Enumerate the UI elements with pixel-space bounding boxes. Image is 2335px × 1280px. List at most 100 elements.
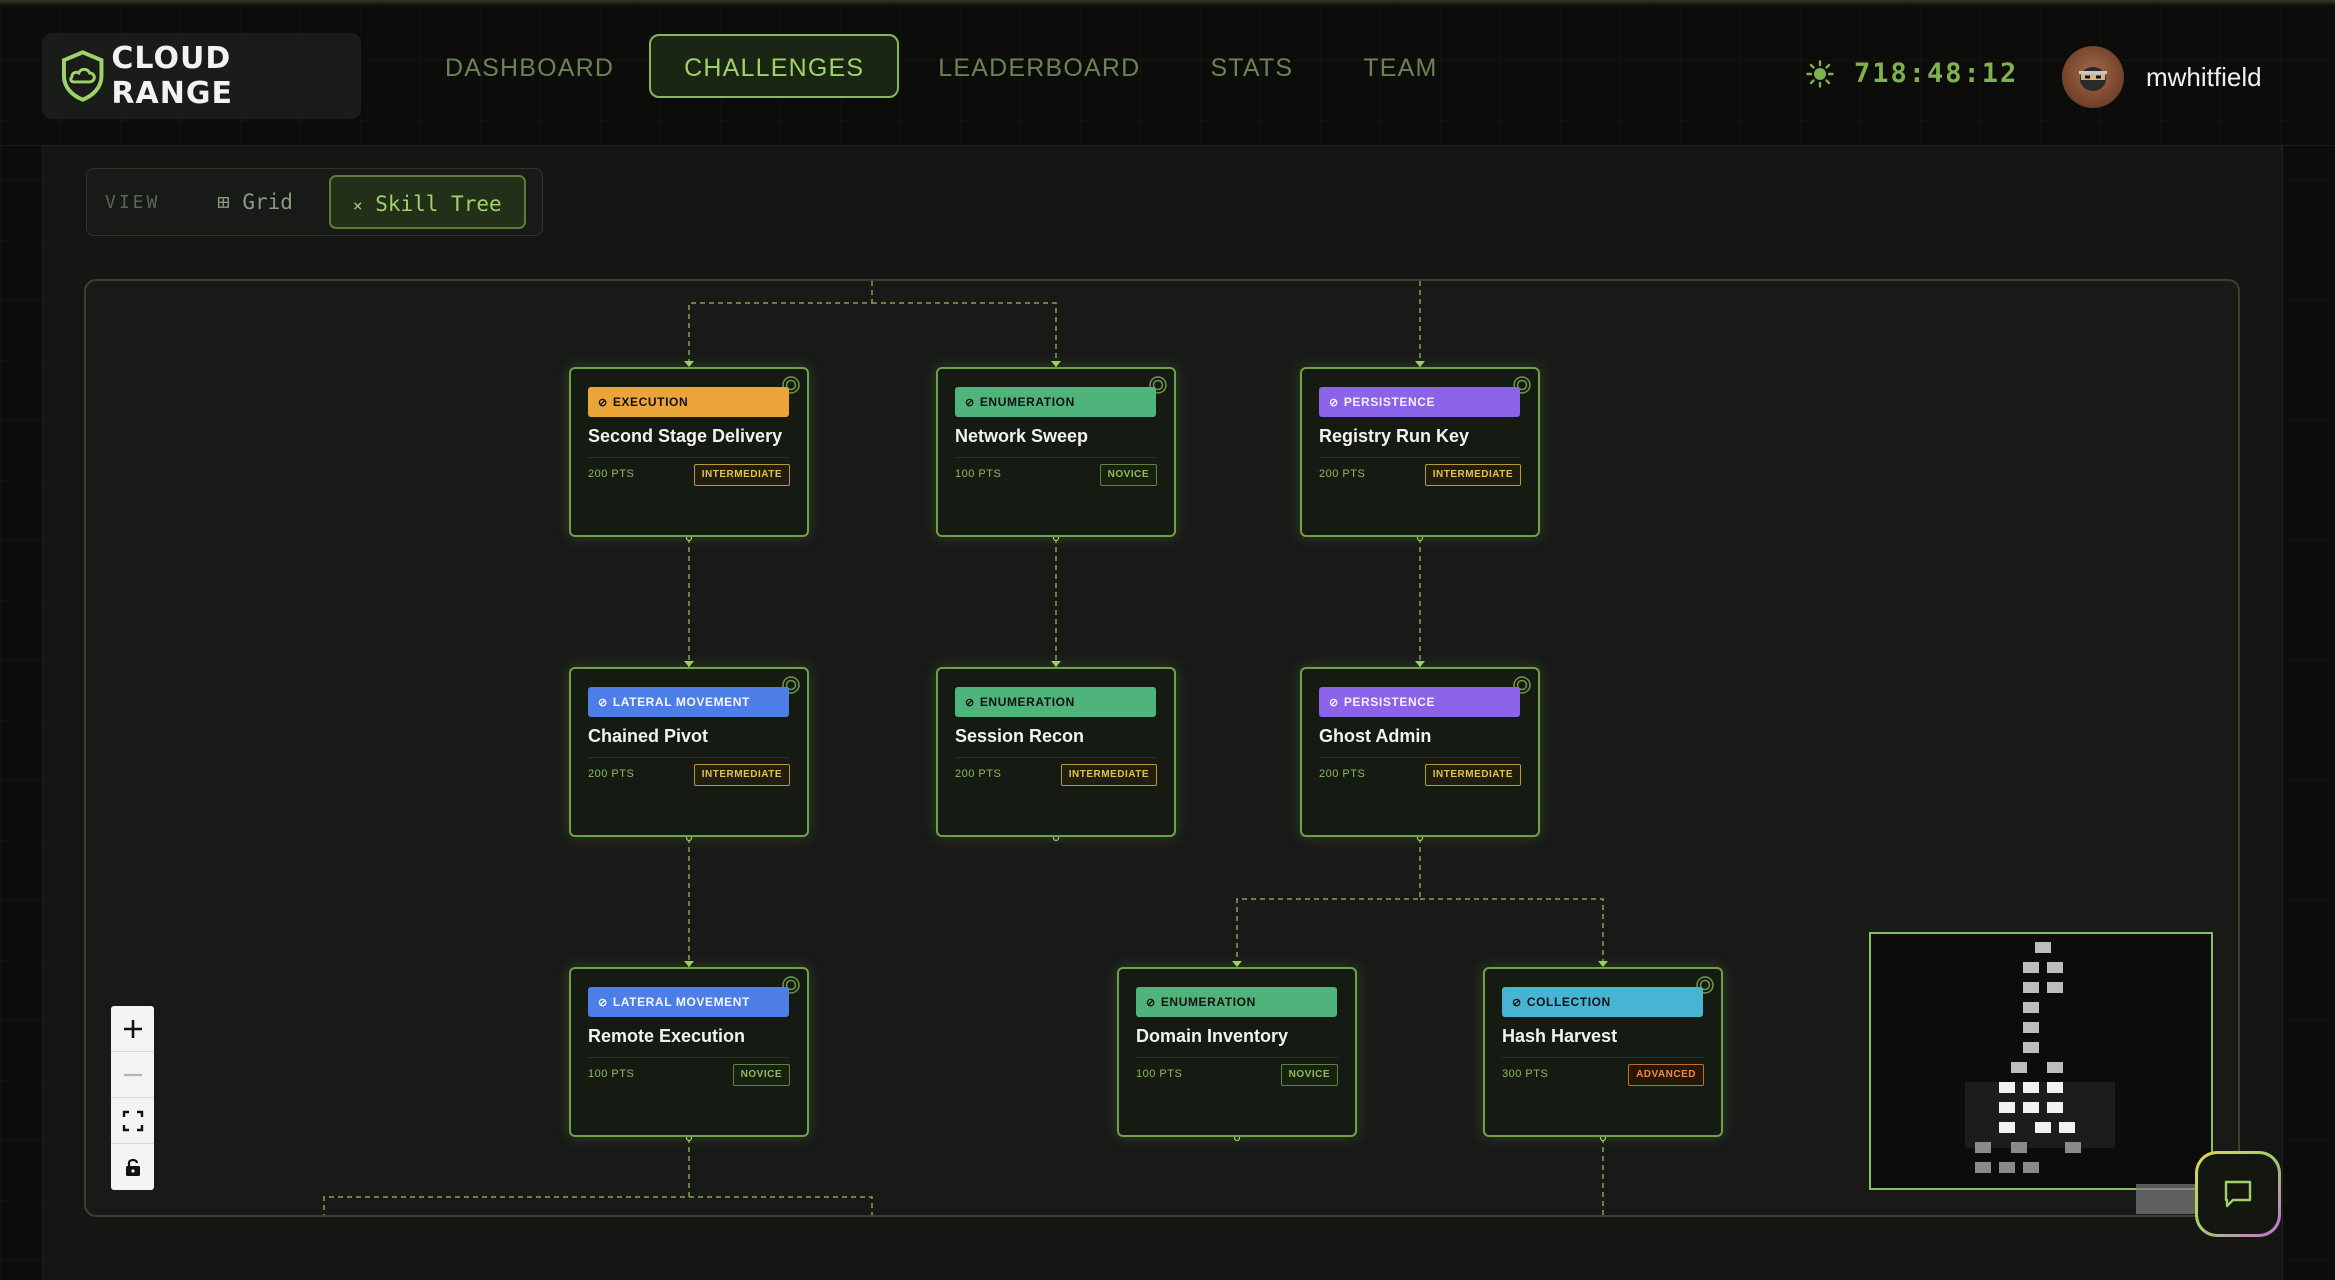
minimap-node <box>2023 1162 2039 1173</box>
top-header: CLOUD RANGE DASHBOARD CHALLENGES LEADERB… <box>0 6 2335 146</box>
avatar[interactable] <box>2062 46 2124 108</box>
skill-tree-icon: × <box>352 196 363 215</box>
edge <box>1236 838 1421 967</box>
category-tag: ⊘ PERSISTENCE <box>1319 687 1520 717</box>
countdown-timer: 718:48:12 <box>1806 58 2018 89</box>
challenge-title: Chained Pivot <box>588 726 709 746</box>
fit-view-icon <box>122 1110 143 1131</box>
link-icon: ⊘ <box>1512 996 1522 1009</box>
chat-button[interactable] <box>2195 1151 2281 1237</box>
challenge-title: Registry Run Key <box>1319 426 1470 446</box>
category-label: ENUMERATION <box>979 395 1075 409</box>
category-label: LATERAL MOVEMENT <box>612 995 750 1009</box>
difficulty-badge: INTERMEDIATE <box>1060 764 1157 786</box>
challenge-node[interactable]: ⊘ EXECUTION Second Stage Delivery 200 PTS… <box>569 367 809 537</box>
minimap-node <box>1999 1102 2015 1113</box>
challenge-node[interactable]: ⊘ PERSISTENCE Registry Run Key 200 PTS IN… <box>1300 367 1540 537</box>
user-menu[interactable]: mwhitfield <box>2062 46 2262 108</box>
sun-icon <box>1806 59 1834 88</box>
view-skill-tree-label: Skill Tree <box>375 192 502 216</box>
challenge-node[interactable]: ⊘ ENUMERATION Domain Inventory 100 PTS NO… <box>1117 967 1357 1137</box>
edge <box>1420 898 1604 967</box>
edge <box>872 302 1057 367</box>
challenge-points: 300 PTS <box>1502 1068 1549 1080</box>
username: mwhitfield <box>2146 61 2262 92</box>
unlock-icon <box>125 1158 140 1176</box>
challenge-node[interactable]: ⊘ PERSISTENCE Ghost Admin 200 PTS INTERME… <box>1300 667 1540 837</box>
category-tag: ⊘ LATERAL MOVEMENT <box>588 987 789 1017</box>
scroll-indicator <box>2136 1184 2196 1214</box>
view-skill-tree-button[interactable]: × Skill Tree <box>328 175 526 229</box>
category-tag: ⊘ ENUMERATION <box>955 687 1156 717</box>
challenge-title: Session Recon <box>955 726 1085 746</box>
minimap-node <box>2047 1102 2063 1113</box>
minimap-node <box>1999 1082 2015 1093</box>
minimap-node <box>2023 962 2039 973</box>
minimap[interactable] <box>1869 932 2213 1190</box>
plus-icon <box>123 1019 142 1038</box>
minimap-node <box>2023 982 2039 993</box>
challenge-node[interactable]: ⊘ ENUMERATION Session Recon 200 PTS INTER… <box>936 667 1176 837</box>
nav-team[interactable]: TEAM <box>1328 34 1472 98</box>
minimap-node <box>2047 1062 2063 1073</box>
edge <box>689 1196 873 1215</box>
difficulty-badge: INTERMEDIATE <box>693 764 790 786</box>
minus-icon <box>123 1073 142 1076</box>
zoom-controls <box>111 1006 154 1190</box>
challenge-points: 200 PTS <box>588 468 635 480</box>
minimap-node <box>2059 1122 2075 1133</box>
fit-view-button[interactable] <box>111 1098 154 1144</box>
zoom-in-button[interactable] <box>111 1006 154 1052</box>
divider <box>588 757 790 758</box>
chat-bubble-icon <box>2224 1180 2252 1208</box>
divider <box>588 457 790 458</box>
challenge-title: Second Stage Delivery <box>588 426 783 446</box>
minimap-node <box>2011 1142 2027 1153</box>
difficulty-badge: INTERMEDIATE <box>693 464 790 486</box>
zoom-out-button[interactable] <box>111 1052 154 1098</box>
nav-dashboard[interactable]: DASHBOARD <box>410 34 649 98</box>
minimap-node <box>2065 1142 2081 1153</box>
challenge-node[interactable]: ⊘ COLLECTION Hash Harvest 300 PTS ADVANCE… <box>1483 967 1723 1137</box>
link-icon: ⊘ <box>1329 696 1339 709</box>
divider <box>588 1057 790 1058</box>
challenge-node[interactable]: ⊘ LATERAL MOVEMENT Remote Execution 100 P… <box>569 967 809 1137</box>
minimap-node <box>2047 1082 2063 1093</box>
main-nav: DASHBOARD CHALLENGES LEADERBOARD STATS T… <box>410 34 1473 98</box>
divider <box>955 757 1157 758</box>
divider <box>1136 1057 1338 1058</box>
nav-stats[interactable]: STATS <box>1175 34 1328 98</box>
category-tag: ⊘ COLLECTION <box>1502 987 1703 1017</box>
divider <box>1319 757 1521 758</box>
edge <box>323 1138 690 1215</box>
view-grid-button[interactable]: ⊞ Grid <box>195 175 315 229</box>
minimap-node <box>2047 962 2063 973</box>
challenge-points: 100 PTS <box>1136 1068 1183 1080</box>
divider <box>1502 1057 1704 1058</box>
difficulty-badge: INTERMEDIATE <box>1424 764 1521 786</box>
minimap-node <box>2035 1122 2051 1133</box>
challenge-node[interactable]: ⊘ LATERAL MOVEMENT Chained Pivot 200 PTS … <box>569 667 809 837</box>
minimap-viewport <box>1965 1082 2115 1148</box>
divider <box>955 457 1157 458</box>
challenge-points: 200 PTS <box>955 768 1002 780</box>
difficulty-badge: INTERMEDIATE <box>1424 464 1521 486</box>
difficulty-badge: NOVICE <box>1099 464 1157 486</box>
nav-challenges[interactable]: CHALLENGES <box>649 34 900 98</box>
category-label: PERSISTENCE <box>1343 695 1436 709</box>
challenge-node[interactable]: ⊘ ENUMERATION Network Sweep 100 PTS NOVIC… <box>936 367 1176 537</box>
category-label: EXECUTION <box>612 395 689 409</box>
nav-leaderboard[interactable]: LEADERBOARD <box>903 34 1175 98</box>
challenge-points: 100 PTS <box>588 1068 635 1080</box>
minimap-node <box>2023 1022 2039 1033</box>
minimap-node <box>2011 1062 2027 1073</box>
view-label: VIEW <box>105 191 161 213</box>
lock-button[interactable] <box>111 1144 154 1190</box>
minimap-node <box>1975 1162 1991 1173</box>
link-icon: ⊘ <box>598 396 608 409</box>
category-label: ENUMERATION <box>979 695 1075 709</box>
difficulty-badge: NOVICE <box>1280 1064 1338 1086</box>
brand-logo[interactable]: CLOUD RANGE <box>42 33 361 119</box>
link-icon: ⊘ <box>1329 396 1339 409</box>
category-label: LATERAL MOVEMENT <box>612 695 750 709</box>
